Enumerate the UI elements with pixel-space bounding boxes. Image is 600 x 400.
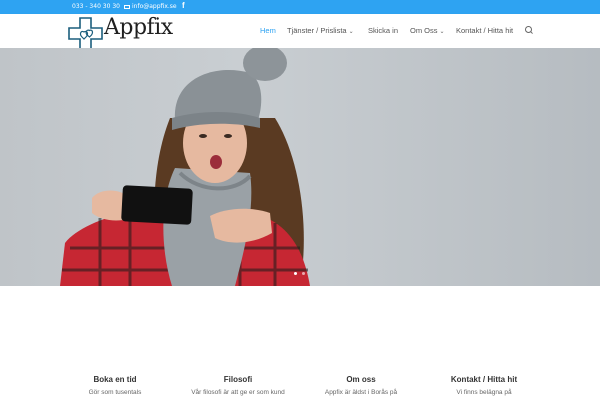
column-title[interactable]: Om oss [301, 375, 421, 384]
column-filosofi: Filosofi Vår filosofi är att ge er som k… [178, 375, 298, 396]
column-title[interactable]: Boka en tid [55, 375, 175, 384]
chevron-down-icon: ⌄ [439, 29, 445, 35]
top-bar: 033 - 340 30 30 info@appfix.se f [0, 0, 600, 14]
nav-label: Hem [260, 26, 276, 35]
nav-item-kontakt[interactable]: Kontakt / Hitta hit [456, 26, 513, 35]
column-om-oss: Om oss Appfix är äldst i Borås på [301, 375, 421, 396]
brand-name[interactable]: Appfix [104, 15, 173, 40]
nav-item-tjanster[interactable]: Tjänster / Prislista ⌄ [287, 26, 354, 35]
hero-slider [0, 48, 600, 286]
site-header: Appfix Hem Tjänster / Prislista ⌄ Skicka … [0, 14, 600, 50]
column-text: Vår filosofi är att ge er som kund [191, 389, 285, 396]
nav-item-skicka-in[interactable]: Skicka in [368, 26, 398, 35]
nav-label: Skicka in [368, 26, 399, 35]
chevron-down-icon: ⌄ [348, 29, 354, 35]
mail-icon [124, 5, 130, 9]
slider-dot-2[interactable] [302, 272, 305, 275]
nav-item-om-oss[interactable]: Om Oss ⌄ [410, 26, 445, 35]
column-text: Appfix är äldst i Borås på [324, 389, 398, 396]
column-kontakt: Kontakt / Hitta hit Vi finns belägna på [424, 375, 544, 396]
nav-item-hem[interactable]: Hem [260, 26, 276, 35]
slider-dot-1[interactable] [294, 272, 297, 275]
column-text: Vi finns belägna på [456, 389, 512, 396]
column-title[interactable]: Kontakt / Hitta hit [424, 375, 544, 384]
logo-cross-hearts-icon[interactable] [68, 17, 103, 50]
email-link[interactable]: info@appfix.se [124, 3, 177, 10]
search-icon[interactable] [525, 26, 532, 33]
column-boka: Boka en tid Gör som tusentals [55, 375, 175, 396]
phone-number[interactable]: 033 - 340 30 30 [72, 3, 120, 10]
hero-image [60, 48, 310, 286]
column-text: Gör som tusentals [88, 389, 142, 396]
facebook-icon[interactable]: f [182, 1, 185, 10]
nav-label: Kontakt / Hitta hit [456, 26, 514, 35]
email-text: info@appfix.se [132, 3, 177, 10]
nav-label: Om Oss [410, 26, 438, 35]
nav-label: Tjänster / Prislista [287, 26, 347, 35]
column-title[interactable]: Filosofi [178, 375, 298, 384]
